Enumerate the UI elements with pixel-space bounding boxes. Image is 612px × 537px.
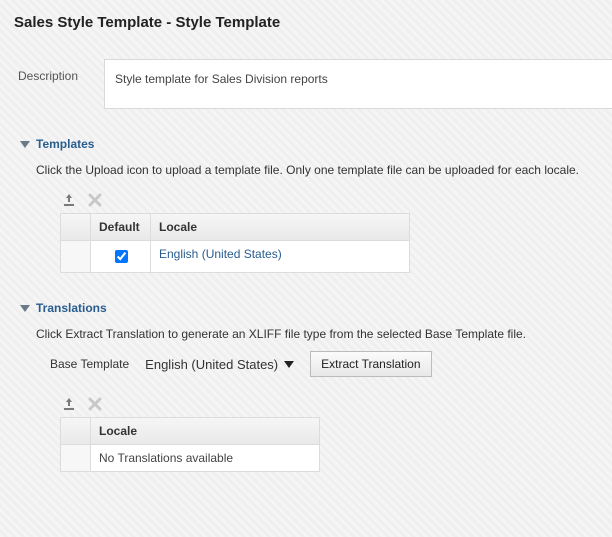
table-row: No Translations available (61, 445, 319, 471)
description-value[interactable]: Style template for Sales Division report… (104, 59, 612, 109)
description-row: Description Style template for Sales Div… (14, 59, 612, 109)
table-row[interactable]: English (United States) (61, 241, 409, 272)
templates-toolbar (60, 187, 612, 213)
templates-header[interactable]: Templates (20, 137, 612, 151)
collapse-icon (20, 305, 30, 312)
base-template-label: Base Template (50, 357, 129, 371)
translations-header[interactable]: Translations (20, 301, 612, 315)
upload-icon[interactable] (60, 191, 78, 209)
chevron-down-icon (284, 361, 294, 368)
templates-section: Templates Click the Upload icon to uploa… (14, 137, 612, 273)
col-locale-header: Locale (151, 214, 409, 240)
translations-heading: Translations (36, 301, 107, 315)
delete-icon[interactable] (86, 191, 104, 209)
page-title: Sales Style Template - Style Template (0, 0, 612, 41)
base-template-select[interactable]: English (United States) (139, 353, 300, 376)
extract-translation-button[interactable]: Extract Translation (310, 351, 431, 377)
description-label: Description (14, 59, 104, 109)
upload-icon[interactable] (60, 395, 78, 413)
base-template-value: English (United States) (145, 357, 278, 372)
templates-heading: Templates (36, 137, 94, 151)
delete-icon[interactable] (86, 395, 104, 413)
col-locale-header: Locale (91, 418, 319, 444)
translations-empty: No Translations available (91, 445, 319, 471)
locale-link[interactable]: English (United States) (159, 247, 282, 261)
templates-instructions: Click the Upload icon to upload a templa… (36, 163, 612, 177)
templates-table: Default Locale English (United States) (60, 213, 410, 273)
default-checkbox[interactable] (115, 250, 128, 263)
translations-toolbar (60, 391, 612, 417)
translations-table: Locale No Translations available (60, 417, 320, 472)
collapse-icon (20, 141, 30, 148)
col-default-header: Default (91, 214, 151, 240)
translations-instructions: Click Extract Translation to generate an… (36, 327, 612, 341)
translations-section: Translations Click Extract Translation t… (14, 301, 612, 472)
